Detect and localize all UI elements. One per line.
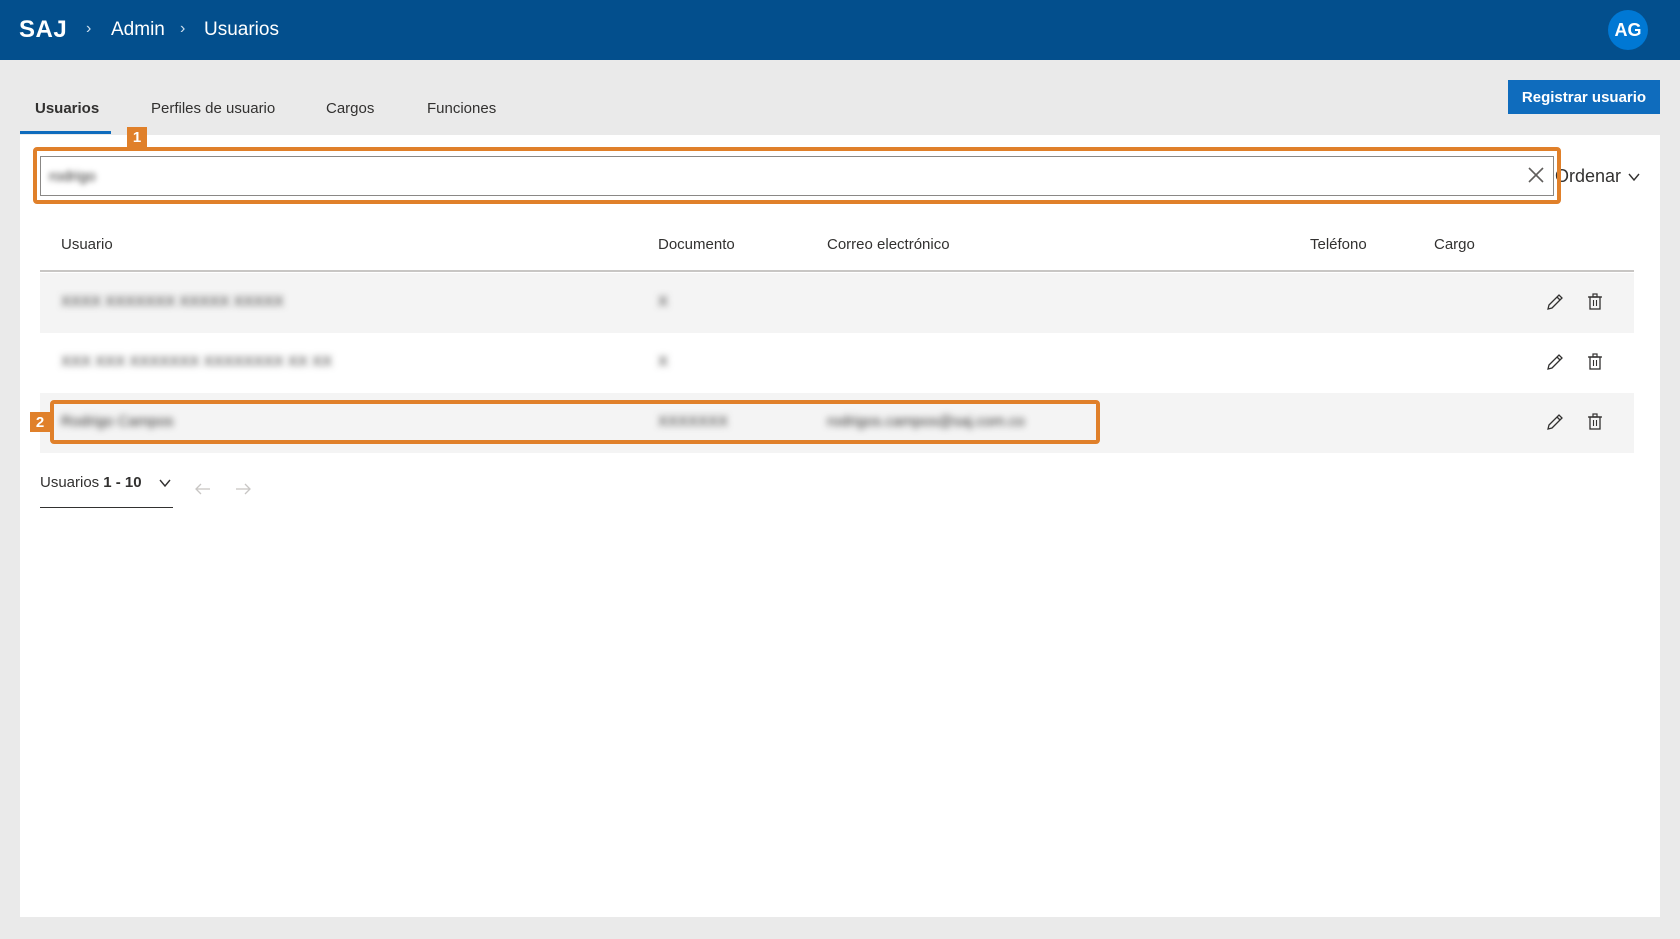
cell-documento: X bbox=[658, 353, 669, 370]
sort-label: Ordenar bbox=[1555, 166, 1622, 186]
trash-icon[interactable] bbox=[1584, 411, 1606, 433]
tab-usuarios[interactable]: Usuarios bbox=[35, 100, 99, 117]
column-header-correo[interactable]: Correo electrónico bbox=[827, 236, 950, 253]
pagination-range: 1 - 10 bbox=[103, 474, 142, 491]
pagination-dropdown[interactable]: Usuarios 1 - 10 bbox=[40, 474, 173, 508]
pencil-icon[interactable] bbox=[1544, 351, 1566, 373]
tab-funciones[interactable]: Funciones bbox=[427, 100, 496, 117]
table-row[interactable]: XXXX XXXXXXX XXXXX XXXXX X bbox=[40, 273, 1634, 333]
pencil-icon[interactable] bbox=[1544, 411, 1566, 433]
column-header-documento[interactable]: Documento bbox=[658, 236, 735, 253]
cell-usuario: XXXX XXXXXXX XXXXX XXXXX bbox=[61, 293, 284, 310]
app-logo[interactable]: SAJ bbox=[19, 16, 67, 44]
previous-page-arrow-icon[interactable] bbox=[192, 478, 214, 500]
column-header-cargo[interactable]: Cargo bbox=[1434, 236, 1475, 253]
tab-perfiles-de-usuario[interactable]: Perfiles de usuario bbox=[151, 100, 275, 117]
breadcrumb-admin[interactable]: Admin bbox=[111, 19, 165, 41]
chevron-down-icon bbox=[1628, 173, 1640, 181]
breadcrumb-separator-icon: › bbox=[180, 20, 186, 37]
active-tab-indicator bbox=[20, 131, 111, 134]
column-header-usuario[interactable]: Usuario bbox=[61, 236, 113, 253]
trash-icon[interactable] bbox=[1584, 291, 1606, 313]
breadcrumb-separator-icon: › bbox=[86, 20, 92, 37]
pencil-icon[interactable] bbox=[1544, 291, 1566, 313]
trash-icon[interactable] bbox=[1584, 351, 1606, 373]
cell-documento: X bbox=[658, 293, 669, 310]
annotation-box-2 bbox=[50, 400, 1100, 444]
chevron-down-icon bbox=[159, 479, 171, 488]
table-row[interactable]: XXX XXX XXXXXXX XXXXXXXX XX XX X bbox=[40, 333, 1634, 393]
next-page-arrow-icon[interactable] bbox=[232, 478, 254, 500]
register-user-button[interactable]: Registrar usuario bbox=[1508, 80, 1660, 114]
top-bar: SAJ › Admin › Usuarios AG bbox=[0, 0, 1680, 60]
tab-cargos[interactable]: Cargos bbox=[326, 100, 374, 117]
annotation-badge-1: 1 bbox=[127, 127, 147, 147]
column-header-telefono[interactable]: Teléfono bbox=[1310, 236, 1367, 253]
breadcrumb-usuarios: Usuarios bbox=[204, 19, 279, 40]
table-header-divider bbox=[40, 270, 1634, 272]
cell-usuario: XXX XXX XXXXXXX XXXXXXXX XX XX bbox=[61, 353, 332, 370]
pagination-label: Usuarios bbox=[40, 474, 100, 491]
user-avatar[interactable]: AG bbox=[1608, 10, 1648, 50]
sort-dropdown[interactable]: Ordenar bbox=[1555, 166, 1641, 187]
annotation-badge-2: 2 bbox=[30, 412, 50, 432]
annotation-box-1 bbox=[33, 147, 1561, 204]
